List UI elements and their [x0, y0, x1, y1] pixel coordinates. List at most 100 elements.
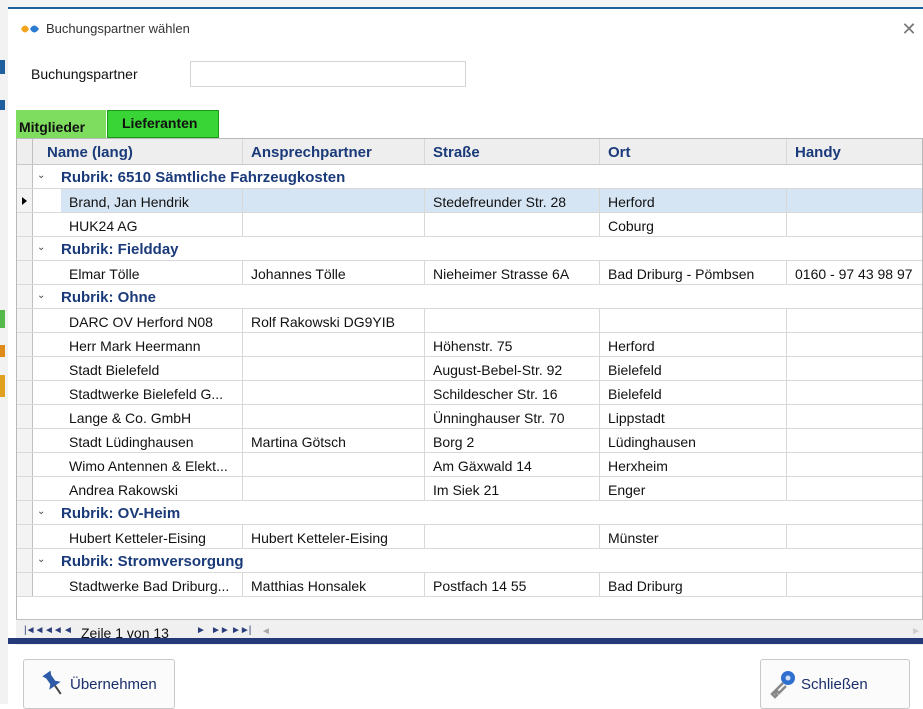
- row-indicator[interactable]: [17, 501, 33, 524]
- cell-mobile[interactable]: [787, 333, 922, 356]
- row-indicator[interactable]: [17, 549, 33, 572]
- scroll-left-icon[interactable]: ◄: [261, 626, 271, 637]
- cell-street[interactable]: Höhenstr. 75: [425, 333, 600, 356]
- cell-street[interactable]: Ünninghauser Str. 70: [425, 405, 600, 428]
- row-indicator[interactable]: [17, 261, 33, 284]
- cell-name[interactable]: Stadt Lüdinghausen: [61, 429, 243, 452]
- row-indicator[interactable]: [17, 573, 33, 596]
- row-indicator[interactable]: [17, 189, 33, 212]
- cell-mobile[interactable]: [787, 453, 922, 476]
- row-indicator[interactable]: [17, 333, 33, 356]
- cell-street[interactable]: Im Siek 21: [425, 477, 600, 500]
- row-indicator[interactable]: [17, 213, 33, 236]
- group-row[interactable]: ⌄ Rubrik: OV-Heim: [17, 501, 922, 525]
- row-indicator[interactable]: [17, 309, 33, 332]
- collapse-chevron-icon[interactable]: ⌄: [37, 242, 45, 253]
- previous-page-group-icon[interactable]: ◄◄: [44, 625, 63, 636]
- row-indicator[interactable]: [17, 405, 33, 428]
- cell-name[interactable]: Andrea Rakowski: [61, 477, 243, 500]
- row-indicator[interactable]: [17, 453, 33, 476]
- cell-name[interactable]: Stadt Bielefeld: [61, 357, 243, 380]
- tab-mitglieder[interactable]: Mitglieder: [16, 110, 106, 138]
- table-row[interactable]: Andrea Rakowski Im Siek 21 Enger: [17, 477, 922, 501]
- cell-street[interactable]: [425, 309, 600, 332]
- cell-contact[interactable]: [243, 405, 425, 428]
- table-row[interactable]: Elmar Tölle Johannes Tölle Nieheimer Stras…: [17, 261, 922, 285]
- table-row[interactable]: Stadt Bielefeld August-Bebel-Str. 92 Biele…: [17, 357, 922, 381]
- cell-contact[interactable]: Johannes Tölle: [243, 261, 425, 284]
- cell-contact[interactable]: [243, 381, 425, 404]
- apply-button[interactable]: Übernehmen: [23, 659, 175, 709]
- cell-contact[interactable]: Matthias Honsalek: [243, 573, 425, 596]
- cell-street[interactable]: Borg 2: [425, 429, 600, 452]
- cell-city[interactable]: Enger: [600, 477, 787, 500]
- cell-city[interactable]: Lüdinghausen: [600, 429, 787, 452]
- cell-street[interactable]: [425, 213, 600, 236]
- cell-name[interactable]: HUK24 AG: [61, 213, 243, 236]
- group-row[interactable]: ⌄ Rubrik: Ohne: [17, 285, 922, 309]
- row-indicator[interactable]: [17, 381, 33, 404]
- cell-city[interactable]: Herford: [600, 333, 787, 356]
- table-row[interactable]: DARC OV Herford N08 Rolf Rakowski DG9YIB: [17, 309, 922, 333]
- cell-street[interactable]: Nieheimer Strasse 6A: [425, 261, 600, 284]
- table-row[interactable]: Hubert Ketteler-Eising Hubert Ketteler-Ei…: [17, 525, 922, 549]
- cell-street[interactable]: Stedefreunder Str. 28: [425, 189, 600, 212]
- cell-mobile[interactable]: 0160 - 97 43 98 97: [787, 261, 922, 284]
- scroll-right-icon[interactable]: ►: [911, 626, 921, 637]
- cell-name[interactable]: DARC OV Herford N08: [61, 309, 243, 332]
- cell-name[interactable]: Wimo Antennen & Elekt...: [61, 453, 243, 476]
- cell-contact[interactable]: Martina Götsch: [243, 429, 425, 452]
- table-row[interactable]: Stadtwerke Bad Driburg... Matthias Honsal…: [17, 573, 922, 597]
- cell-contact[interactable]: Hubert Ketteler-Eising: [243, 525, 425, 548]
- cell-mobile[interactable]: [787, 309, 922, 332]
- cell-city[interactable]: Bielefeld: [600, 381, 787, 404]
- cell-mobile[interactable]: [787, 573, 922, 596]
- previous-row-icon[interactable]: ◄: [63, 625, 73, 636]
- cell-contact[interactable]: [243, 357, 425, 380]
- close-icon[interactable]: ✕: [895, 15, 923, 43]
- collapse-chevron-icon[interactable]: ⌄: [37, 170, 45, 181]
- cell-mobile[interactable]: [787, 477, 922, 500]
- cell-city[interactable]: Bad Driburg - Pömbsen: [600, 261, 787, 284]
- cell-city[interactable]: Bielefeld: [600, 357, 787, 380]
- last-page-icon[interactable]: ►►|: [231, 625, 251, 636]
- cell-name[interactable]: Brand, Jan Hendrik: [61, 189, 243, 212]
- cell-contact[interactable]: [243, 189, 425, 212]
- cell-street[interactable]: Am Gäxwald 14: [425, 453, 600, 476]
- row-indicator[interactable]: [17, 165, 33, 188]
- cell-city[interactable]: Bad Driburg: [600, 573, 787, 596]
- first-page-icon[interactable]: |◄◄: [24, 625, 44, 636]
- group-row[interactable]: ⌄ Rubrik: 6510 Sämtliche Fahrzeugkosten: [17, 165, 922, 189]
- cell-city[interactable]: [600, 309, 787, 332]
- cell-city[interactable]: Herford: [600, 189, 787, 212]
- cell-mobile[interactable]: [787, 213, 922, 236]
- collapse-chevron-icon[interactable]: ⌄: [37, 506, 45, 517]
- next-page-group-icon[interactable]: ►►: [211, 625, 230, 636]
- row-indicator[interactable]: [17, 357, 33, 380]
- table-row[interactable]: Stadtwerke Bielefeld G... Schildescher St…: [17, 381, 922, 405]
- close-button[interactable]: Schließen: [760, 659, 910, 709]
- cell-name[interactable]: Elmar Tölle: [61, 261, 243, 284]
- cell-mobile[interactable]: [787, 381, 922, 404]
- table-row[interactable]: Brand, Jan Hendrik Stedefreunder Str. 28 H…: [17, 189, 922, 213]
- cell-name[interactable]: Hubert Ketteler-Eising: [61, 525, 243, 548]
- table-row[interactable]: Lange & Co. GmbH Ünninghauser Str. 70 Lipp…: [17, 405, 922, 429]
- cell-name[interactable]: Stadtwerke Bielefeld G...: [61, 381, 243, 404]
- cell-mobile[interactable]: [787, 525, 922, 548]
- column-header-street[interactable]: Straße: [425, 139, 600, 164]
- row-indicator[interactable]: [17, 285, 33, 308]
- column-header-city[interactable]: Ort: [600, 139, 787, 164]
- table-row[interactable]: Stadt Lüdinghausen Martina Götsch Borg 2 Lü…: [17, 429, 922, 453]
- cell-contact[interactable]: [243, 453, 425, 476]
- cell-street[interactable]: Schildescher Str. 16: [425, 381, 600, 404]
- cell-mobile[interactable]: [787, 189, 922, 212]
- group-row[interactable]: ⌄ Rubrik: Fieldday: [17, 237, 922, 261]
- booking-partner-input[interactable]: [190, 61, 466, 87]
- column-header-contact[interactable]: Ansprechpartner: [243, 139, 425, 164]
- cell-name[interactable]: Lange & Co. GmbH: [61, 405, 243, 428]
- cell-street[interactable]: [425, 525, 600, 548]
- table-row[interactable]: Wimo Antennen & Elekt... Am Gäxwald 14 Her…: [17, 453, 922, 477]
- cell-street[interactable]: Postfach 14 55: [425, 573, 600, 596]
- tab-lieferanten[interactable]: Lieferanten: [107, 110, 219, 138]
- row-indicator[interactable]: [17, 429, 33, 452]
